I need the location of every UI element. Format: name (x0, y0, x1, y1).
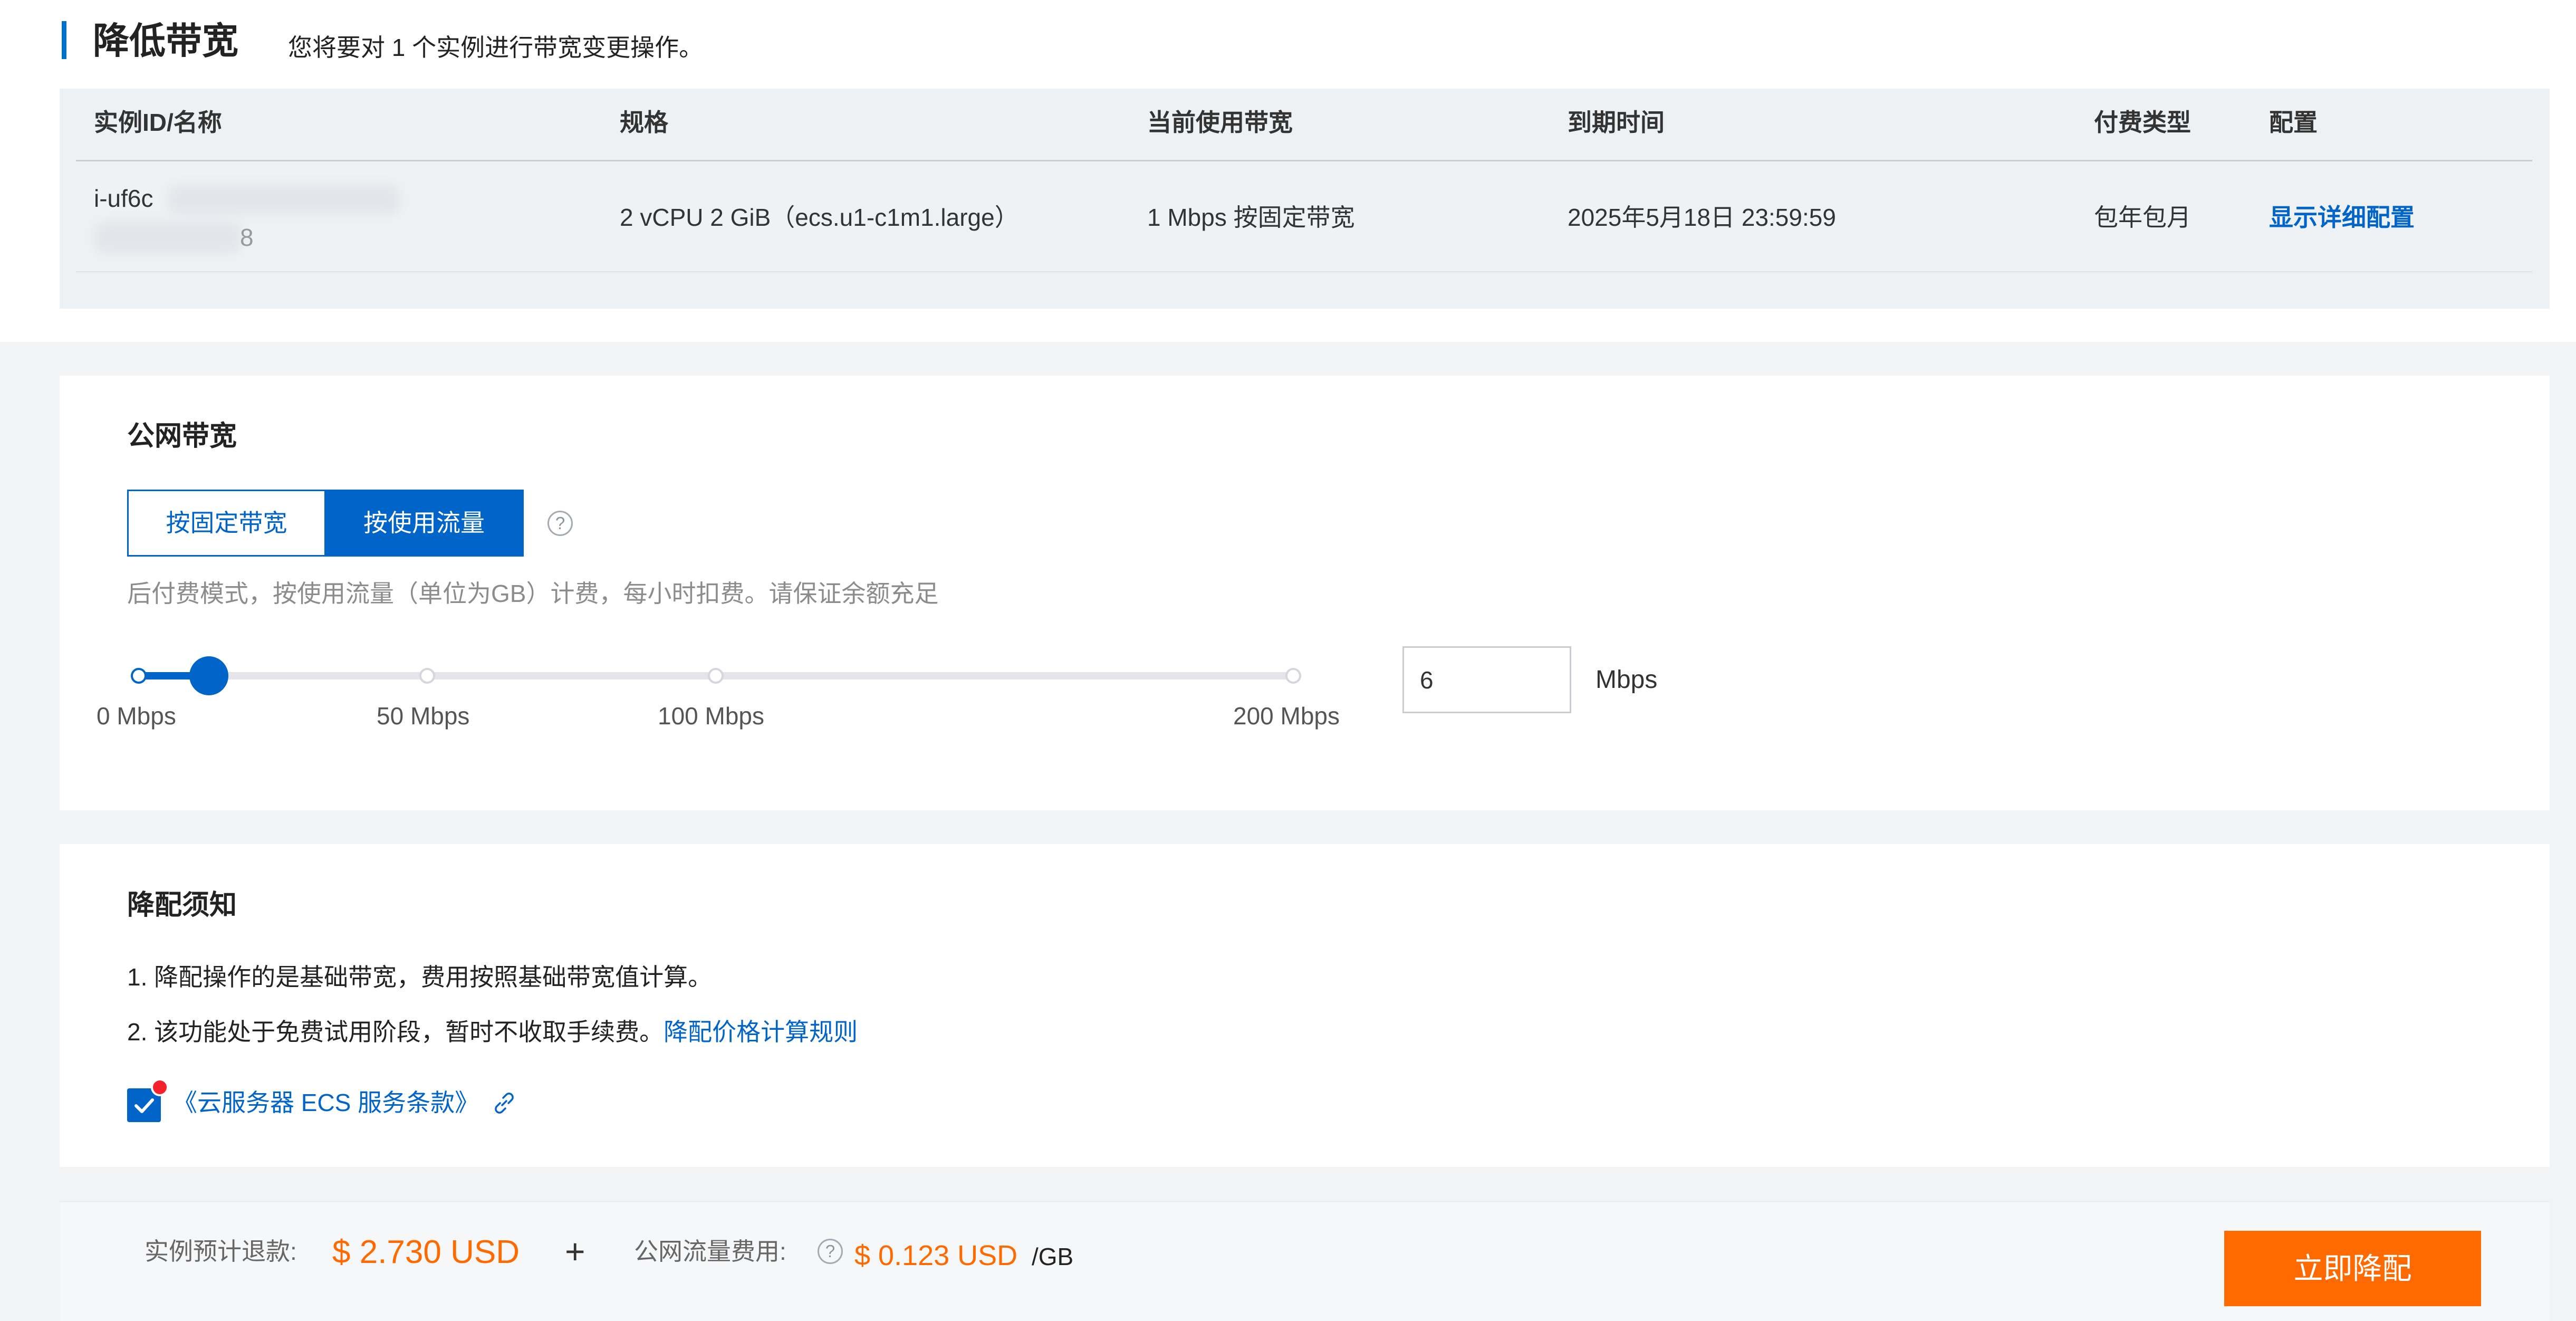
table-row-divider (76, 271, 2532, 272)
instance-id: i-uf6c (94, 185, 153, 212)
slider-mark-100[interactable] (708, 668, 724, 684)
mode-pay-by-traffic-button[interactable]: 按使用流量 (324, 490, 524, 557)
instance-name-tail: 8 (240, 224, 254, 251)
refund-value: $ 2.730 USD (332, 1234, 520, 1270)
slider-label-0: 0 Mbps (97, 702, 176, 730)
slider-label-200: 200 Mbps (1233, 702, 1340, 730)
column-header-config: 配置 (2269, 109, 2318, 136)
notice-title: 降配须知 (127, 890, 237, 921)
instance-expire-time: 2025年5月18日 23:59:59 (1568, 204, 1836, 231)
slider-label-50: 50 Mbps (377, 702, 470, 730)
slider-mark-50[interactable] (419, 668, 435, 684)
page-title: 降低带宽 (93, 21, 238, 61)
bandwidth-slider-handle[interactable] (189, 656, 228, 695)
plus-sign: + (565, 1232, 585, 1271)
redacted-instance-name (94, 222, 242, 253)
instance-spec: 2 vCPU 2 GiB（ecs.u1-c1m1.large） (620, 204, 1019, 231)
column-header-expire: 到期时间 (1568, 109, 1665, 136)
traffic-fee-unit: /GB (1032, 1243, 1074, 1270)
column-header-pay-type: 付费类型 (2094, 109, 2191, 136)
notice-item-2-text: 2. 该功能处于免费试用阶段，暂时不收取手续费。 (127, 1018, 664, 1046)
bandwidth-unit: Mbps (1595, 666, 1658, 694)
instance-bandwidth: 1 Mbps 按固定带宽 (1147, 204, 1355, 231)
required-dot-icon (151, 1078, 169, 1096)
terms-link[interactable]: 《云服务器 ECS 服务条款》 (173, 1086, 479, 1119)
notice-item-2: 2. 该功能处于免费试用阶段，暂时不收取手续费。降配价格计算规则 (127, 1015, 858, 1049)
redacted-instance-id (168, 185, 400, 214)
column-header-instance-id: 实例ID/名称 (94, 109, 222, 136)
downgrade-now-button[interactable]: 立即降配 (2224, 1231, 2481, 1306)
notice-item-1: 1. 降配操作的是基础带宽，费用按照基础带宽值计算。 (127, 963, 713, 991)
title-accent-bar (62, 21, 66, 59)
slider-label-100: 100 Mbps (658, 702, 765, 730)
mode-fixed-bandwidth-button[interactable]: 按固定带宽 (127, 490, 326, 557)
slider-mark-0[interactable] (131, 668, 147, 684)
slider-mark-200[interactable] (1285, 668, 1301, 684)
traffic-fee-label: 公网流量费用: (634, 1238, 786, 1265)
traffic-fee-value: $ 0.123 USD (854, 1240, 1018, 1271)
billing-hint: 后付费模式，按使用流量（单位为GB）计费，每小时扣费。请保证余额充足 (127, 580, 939, 607)
instance-pay-type: 包年包月 (2094, 204, 2191, 231)
bandwidth-section-title: 公网带宽 (127, 421, 237, 452)
external-link-icon[interactable] (492, 1090, 517, 1116)
column-header-bandwidth: 当前使用带宽 (1147, 109, 1293, 136)
bandwidth-input[interactable] (1402, 646, 1571, 713)
price-rule-link[interactable]: 降配价格计算规则 (664, 1018, 858, 1046)
help-icon[interactable]: ? (547, 511, 573, 536)
column-header-spec: 规格 (620, 109, 668, 136)
refund-label: 实例预计退款: (145, 1238, 297, 1265)
page-subtitle: 您将要对 1 个实例进行带宽变更操作。 (288, 34, 704, 61)
show-config-link[interactable]: 显示详细配置 (2269, 200, 2415, 234)
traffic-help-icon[interactable]: ? (818, 1239, 843, 1264)
